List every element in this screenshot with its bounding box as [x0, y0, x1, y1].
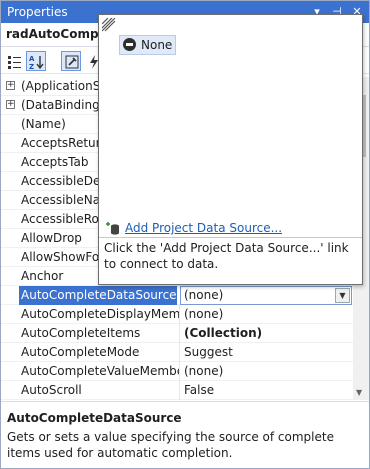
- property-row[interactable]: AutoCompleteDisplayMembe (none): [1, 305, 354, 324]
- property-value: (none): [184, 288, 224, 302]
- resize-grip-icon[interactable]: [102, 18, 116, 32]
- categorized-icon: [8, 56, 21, 69]
- property-value[interactable]: (none): [184, 307, 223, 321]
- help-text: Click the 'Add Project Data Source...' l…: [104, 241, 349, 271]
- add-project-datasource-link[interactable]: Add Project Data Source...: [125, 221, 282, 235]
- svg-text:Z: Z: [29, 63, 34, 70]
- property-row[interactable]: AutoScroll False: [1, 381, 354, 400]
- scroll-down-icon[interactable]: ▼: [356, 388, 362, 397]
- property-value[interactable]: False: [184, 383, 214, 397]
- property-name: AutoCompleteDisplayMembe: [21, 307, 179, 321]
- description-text: Gets or sets a value specifying the sour…: [7, 430, 334, 460]
- none-icon: [123, 38, 136, 51]
- sort-az-icon: A Z: [29, 55, 44, 70]
- property-value[interactable]: Suggest: [184, 345, 233, 359]
- datasource-dropdown-popup: None Add Project Data Source... Click th…: [98, 14, 363, 285]
- none-label: None: [141, 38, 173, 52]
- svg-text:A: A: [29, 55, 35, 63]
- none-option[interactable]: None: [119, 35, 176, 55]
- property-row[interactable]: AutoCompleteValueMember (none): [1, 362, 354, 381]
- property-name: AutoCompleteItems: [21, 326, 141, 340]
- property-value-dropdown[interactable]: (none) ▼: [180, 286, 352, 305]
- property-row-selected[interactable]: AutoCompleteDataSource (none) ▼: [1, 286, 354, 305]
- property-name: AutoScroll: [21, 383, 82, 397]
- expand-icon[interactable]: +: [6, 81, 15, 90]
- wrench-icon: [65, 55, 79, 69]
- alphabetical-button[interactable]: A Z: [26, 51, 46, 71]
- description-panel: AutoCompleteDataSource Gets or sets a va…: [1, 401, 369, 468]
- property-row[interactable]: AutoCompleteMode Suggest: [1, 343, 354, 362]
- property-name: AutoCompleteMode: [21, 345, 140, 359]
- description-title: AutoCompleteDataSource: [7, 411, 182, 425]
- database-add-icon: [106, 222, 119, 235]
- divider: [99, 237, 362, 238]
- expand-icon[interactable]: +: [6, 100, 15, 109]
- categorized-button[interactable]: [4, 51, 24, 71]
- properties-window: Properties ▾ ⊣ ✕ radAutoComplet ▾ A Z: [0, 0, 370, 469]
- window-title: Properties: [7, 5, 68, 19]
- chevron-down-icon[interactable]: ▼: [335, 288, 350, 303]
- property-row[interactable]: AutoCompleteItems (Collection): [1, 324, 354, 343]
- property-value[interactable]: (Collection): [184, 326, 262, 340]
- property-value[interactable]: (none): [184, 364, 223, 378]
- property-name: AutoCompleteDataSource: [19, 286, 177, 305]
- property-name: AutoCompleteValueMember: [21, 364, 179, 378]
- add-datasource-row[interactable]: Add Project Data Source...: [103, 220, 303, 236]
- properties-view-button[interactable]: [61, 51, 81, 71]
